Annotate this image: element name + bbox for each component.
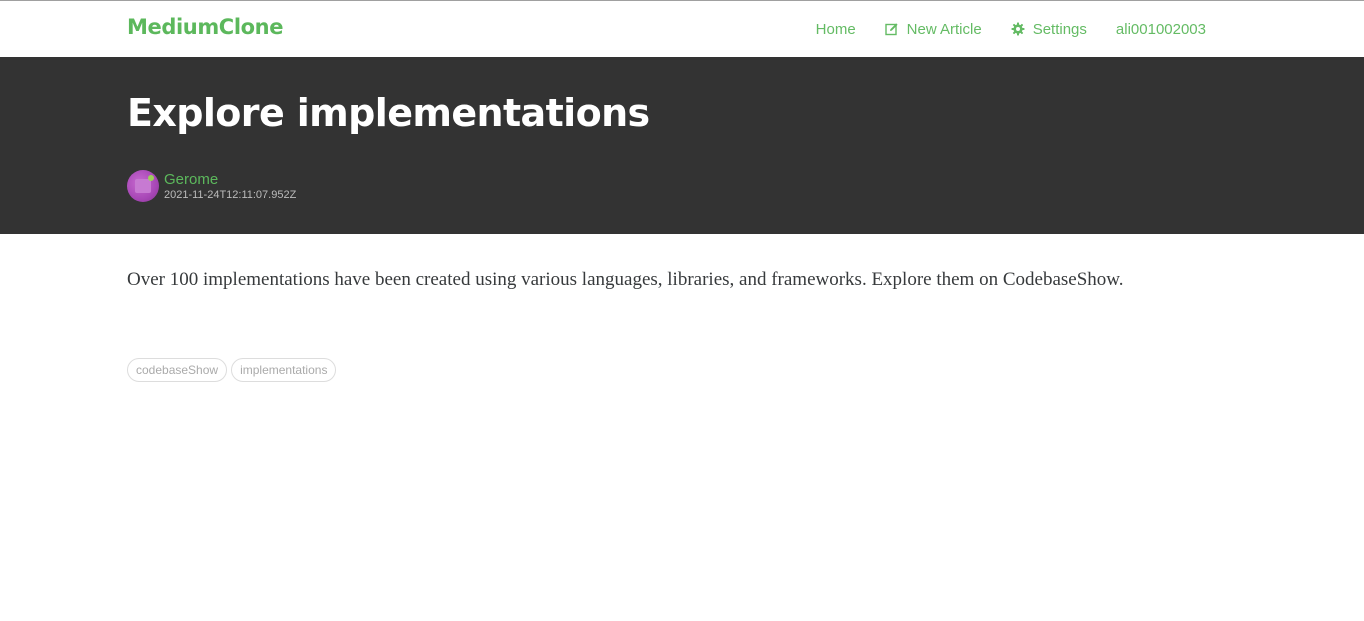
article-banner: Explore implementations Gerome 2021-11-2… xyxy=(0,57,1364,234)
navbar: MediumClone Home New Article Settings al… xyxy=(0,1,1364,57)
article-date: 2021-11-24T12:11:07.952Z xyxy=(164,188,297,201)
article-title: Explore implementations xyxy=(127,91,650,135)
tag-pill[interactable]: codebaseShow xyxy=(127,358,228,382)
brand-logo[interactable]: MediumClone xyxy=(127,15,283,39)
avatar-image xyxy=(135,179,151,193)
author-avatar[interactable] xyxy=(127,170,159,202)
nav-new-article-label: New Article xyxy=(906,20,982,38)
article-meta: Gerome 2021-11-24T12:11:07.952Z xyxy=(127,170,296,202)
compose-icon xyxy=(884,23,898,36)
gear-icon xyxy=(1011,22,1025,36)
tag-pill[interactable]: implementations xyxy=(231,358,337,382)
nav-home[interactable]: Home xyxy=(816,21,856,38)
tag-list: codebaseShow implementations xyxy=(127,358,337,382)
meta-info: Gerome 2021-11-24T12:11:07.952Z xyxy=(164,171,296,202)
nav-links: Home New Article Settings ali001002003 xyxy=(816,1,1206,57)
nav-home-label: Home xyxy=(815,20,856,38)
nav-settings[interactable]: Settings xyxy=(1011,21,1087,38)
article-body: Over 100 implementations have been creat… xyxy=(127,269,1124,290)
avatar-accent xyxy=(148,175,154,181)
nav-profile[interactable]: ali001002003 xyxy=(1116,21,1206,38)
nav-settings-label: Settings xyxy=(1032,20,1087,38)
nav-new-article[interactable]: New Article xyxy=(884,20,982,38)
nav-profile-label: ali001002003 xyxy=(1115,20,1206,38)
author-name[interactable]: Gerome xyxy=(164,171,296,188)
